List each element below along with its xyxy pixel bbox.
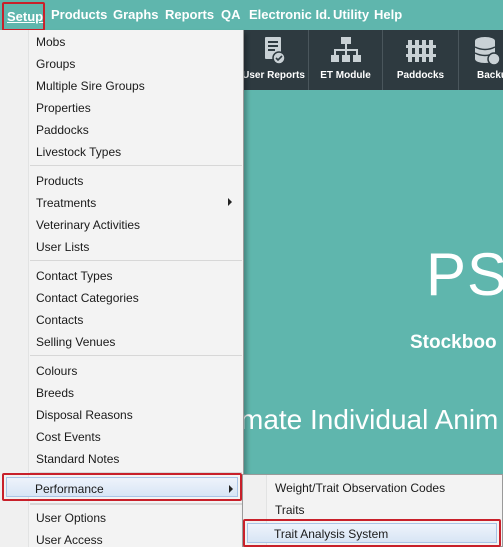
network-icon — [330, 36, 361, 69]
toolbar-label: Paddocks — [396, 70, 445, 81]
menu-item-properties[interactable]: Properties — [36, 101, 91, 115]
menu-item-colours[interactable]: Colours — [36, 364, 77, 378]
menu-item-contacts[interactable]: Contacts — [36, 313, 83, 327]
menu-item-contact-categories[interactable]: Contact Categories — [36, 291, 139, 305]
menu-setup[interactable]: Setup — [7, 9, 43, 24]
menu-item-multiple-sire-groups[interactable]: Multiple Sire Groups — [36, 79, 145, 93]
menu-separator — [30, 504, 242, 505]
menu-item-disposal-reasons[interactable]: Disposal Reasons — [36, 408, 133, 422]
menu-item-groups[interactable]: Groups — [36, 57, 75, 71]
toolbar-et-module-button[interactable]: ET Module — [308, 30, 382, 90]
menu-gutter — [0, 30, 29, 547]
menu-item-mobs[interactable]: Mobs — [36, 35, 65, 49]
menu-products[interactable]: Products — [51, 7, 107, 22]
toolbar-backup-button[interactable]: Backu — [458, 30, 503, 90]
brand-subtitle: Stockboo — [410, 332, 497, 353]
submenu-item-trait-analysis-highlight: Trait Analysis System — [243, 519, 501, 547]
menu-item-performance-label: Performance — [35, 482, 104, 496]
menu-item-veterinary-activities[interactable]: Veterinary Activities — [36, 218, 140, 232]
toolbar-paddocks-button[interactable]: Paddocks — [382, 30, 458, 90]
submenu-item-traits[interactable]: Traits — [275, 503, 305, 517]
menu-item-user-options[interactable]: User Options — [36, 511, 106, 525]
menu-item-user-lists[interactable]: User Lists — [36, 240, 89, 254]
menu-item-selling-venues[interactable]: Selling Venues — [36, 335, 115, 349]
menu-help[interactable]: Help — [374, 7, 402, 22]
performance-submenu: Weight/Trait Observation Codes Traits Tr… — [242, 474, 503, 547]
setup-dropdown-menu: Mobs Groups Multiple Sire Groups Propert… — [0, 30, 244, 547]
menu-reports[interactable]: Reports — [165, 7, 214, 22]
submenu-arrow-icon — [228, 198, 232, 206]
database-icon — [474, 36, 501, 71]
menu-separator — [30, 260, 242, 261]
toolbar-label: Backu — [477, 70, 503, 81]
menu-bar: Setup Products Graphs Reports QA Electro… — [0, 0, 503, 31]
menu-graphs[interactable]: Graphs — [113, 7, 159, 22]
toolbar-user-reports-button[interactable]: User Reports — [238, 30, 308, 90]
menu-item-cost-events[interactable]: Cost Events — [36, 430, 101, 444]
submenu-item-trait-analysis-label: Trait Analysis System — [274, 527, 389, 541]
menu-item-breeds[interactable]: Breeds — [36, 386, 74, 400]
brand-tagline: mate Individual Anim — [240, 404, 499, 435]
menu-item-user-access[interactable]: User Access — [36, 533, 103, 547]
menu-qa[interactable]: QA — [221, 7, 241, 22]
fence-icon — [405, 36, 436, 69]
submenu-item-trait-analysis-system[interactable]: Trait Analysis System — [247, 523, 497, 543]
menu-item-paddocks[interactable]: Paddocks — [36, 123, 89, 137]
menu-separator — [30, 355, 242, 356]
setup-menu-highlight: Setup — [2, 2, 45, 31]
menu-electronic-id[interactable]: Electronic Id. — [249, 7, 331, 22]
menu-item-products[interactable]: Products — [36, 174, 83, 188]
submenu-item-weight-trait-observation-codes[interactable]: Weight/Trait Observation Codes — [275, 481, 445, 495]
menu-item-livestock-types[interactable]: Livestock Types — [36, 145, 121, 159]
menu-item-treatments[interactable]: Treatments — [36, 196, 96, 210]
menu-item-performance-highlight: Performance — [2, 473, 242, 501]
menu-item-performance[interactable]: Performance — [6, 477, 238, 497]
menu-separator — [30, 165, 242, 166]
menu-item-contact-types[interactable]: Contact Types — [36, 269, 113, 283]
toolbar-label: User Reports — [242, 70, 305, 81]
report-icon — [262, 36, 286, 71]
toolbar-label: ET Module — [320, 70, 371, 81]
brand-title: PS — [426, 241, 503, 308]
submenu-arrow-icon — [229, 485, 233, 493]
menu-item-standard-notes[interactable]: Standard Notes — [36, 452, 119, 466]
menu-utility[interactable]: Utility — [333, 7, 369, 22]
